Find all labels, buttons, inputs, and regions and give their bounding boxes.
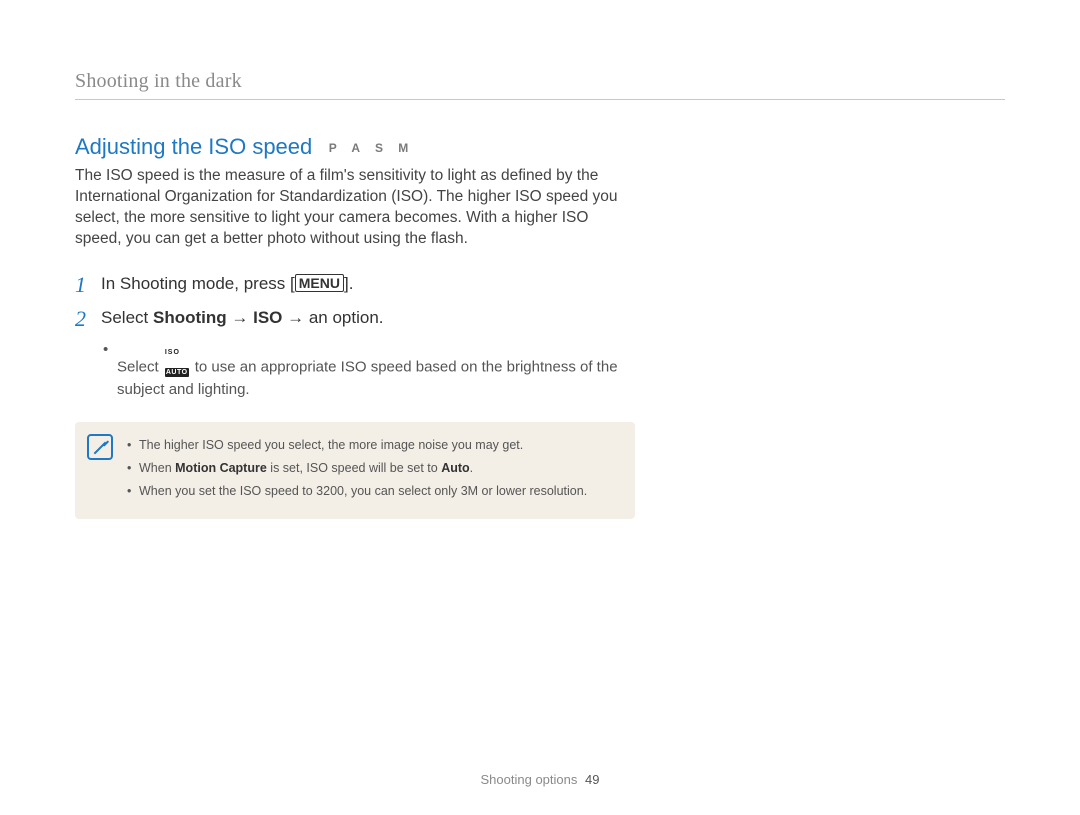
note-2-motion-capture: Motion Capture <box>175 461 267 475</box>
main-content: Adjusting the ISO speed P A S M The ISO … <box>75 134 635 519</box>
step-2-iso: ISO <box>253 308 282 327</box>
note-2-mid: is set, ISO speed will be set to <box>267 461 441 475</box>
note-box: The higher ISO speed you select, the mor… <box>75 422 635 518</box>
sub-bullet-post: to use an appropriate ISO speed based on… <box>117 358 618 398</box>
note-2-pre: When <box>139 461 175 475</box>
heading-row: Adjusting the ISO speed P A S M <box>75 134 635 160</box>
intro-paragraph: The ISO speed is the measure of a film's… <box>75 166 635 250</box>
mode-indicators: P A S M <box>329 141 415 155</box>
menu-button-icon: MENU <box>295 274 344 293</box>
page-number: 49 <box>585 772 599 787</box>
step-number: 2 <box>75 306 91 330</box>
steps-list: 1 In Shooting mode, press [MENU]. 2 Sele… <box>75 272 635 401</box>
iso-auto-icon-bottom: AUTO <box>165 368 189 377</box>
step-2: 2 Select Shooting → ISO → an option. <box>75 306 635 330</box>
step-1-post: ]. <box>344 274 353 293</box>
note-item: When Motion Capture is set, ISO speed wi… <box>127 459 617 478</box>
step-number: 1 <box>75 272 91 296</box>
sub-bullet-pre: Select <box>117 358 163 375</box>
breadcrumb: Shooting in the dark <box>75 70 1005 93</box>
note-item: The higher ISO speed you select, the mor… <box>127 436 617 455</box>
step-1: 1 In Shooting mode, press [MENU]. <box>75 272 635 296</box>
step-2-select: Select <box>101 308 153 327</box>
step-2-shooting: Shooting <box>153 308 227 327</box>
note-list: The higher ISO speed you select, the mor… <box>127 436 617 500</box>
iso-auto-icon: ISO AUTO <box>165 340 189 381</box>
note-item: When you set the ISO speed to 3200, you … <box>127 482 617 501</box>
note-2-auto: Auto <box>441 461 469 475</box>
step-2-tail: an option. <box>309 308 384 327</box>
section-heading: Adjusting the ISO speed <box>75 134 312 160</box>
footer-section: Shooting options <box>481 772 578 787</box>
page: Shooting in the dark Adjusting the ISO s… <box>0 0 1080 815</box>
divider <box>75 99 1005 100</box>
step-2-arrow: → <box>227 308 253 327</box>
page-footer: Shooting options 49 <box>0 772 1080 787</box>
step-2-subbullets: Select ISO AUTO to use an appropriate ISO… <box>103 340 635 401</box>
note-2-post: . <box>470 461 473 475</box>
sub-bullet: Select ISO AUTO to use an appropriate ISO… <box>103 340 635 401</box>
step-2-arrow: → <box>282 308 308 327</box>
iso-auto-icon-top: ISO <box>165 349 180 356</box>
step-1-pre: In Shooting mode, press [ <box>101 274 295 293</box>
step-text: Select Shooting → ISO → an option. <box>101 306 384 330</box>
step-text: In Shooting mode, press [MENU]. <box>101 272 353 296</box>
note-icon <box>87 434 113 460</box>
